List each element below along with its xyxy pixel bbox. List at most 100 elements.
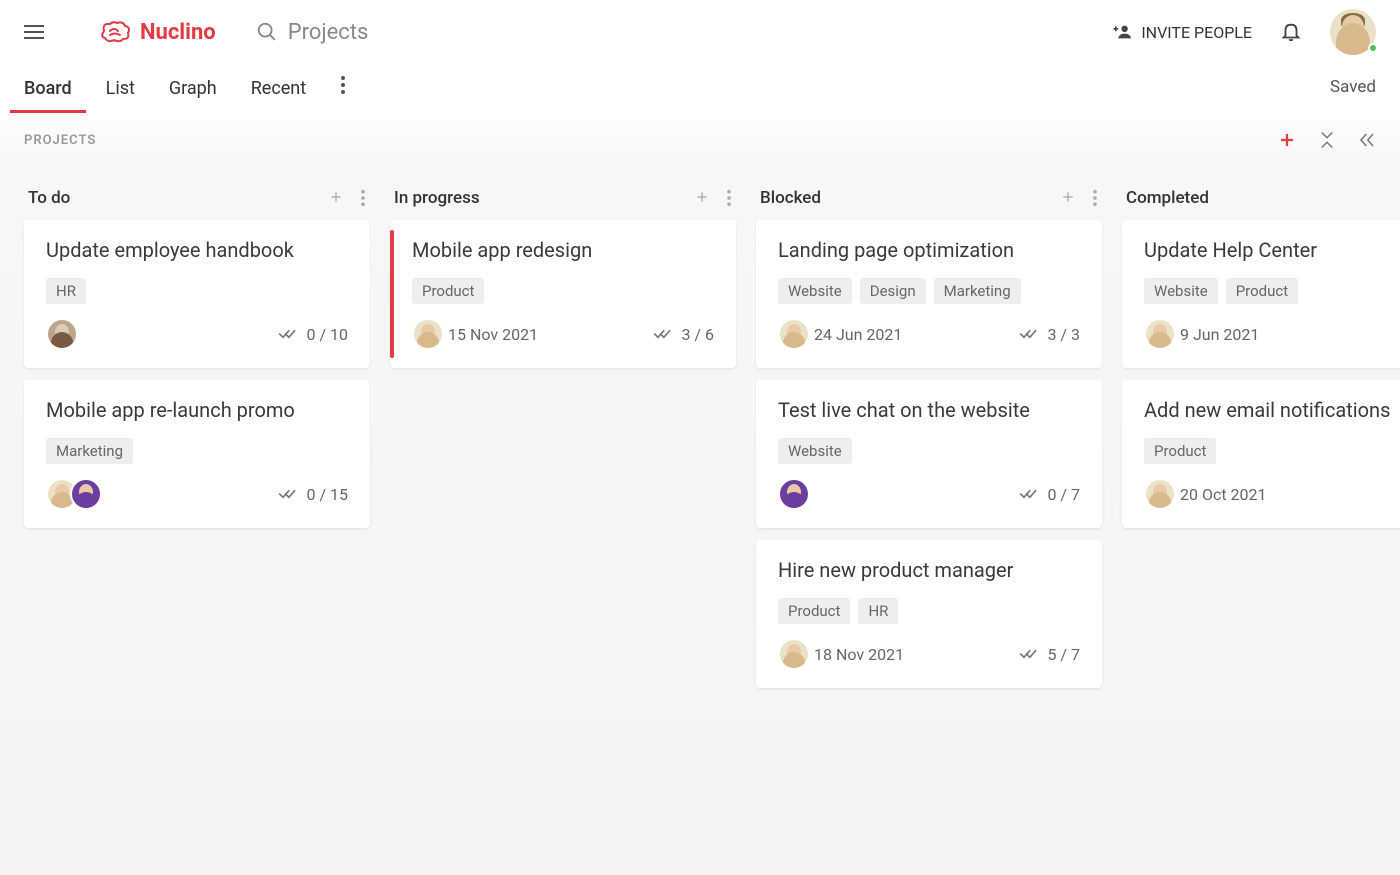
card-title: Add new email notifications xyxy=(1144,398,1400,422)
card[interactable]: Update employee handbookHR0 / 10 xyxy=(24,220,370,368)
tag: Website xyxy=(778,438,852,464)
tag: Marketing xyxy=(46,438,133,464)
column-header: In progress xyxy=(390,176,736,220)
tag-row: Website xyxy=(778,438,1080,464)
card[interactable]: Test live chat on the website Website 0 / … xyxy=(756,380,1102,528)
assignee-avatar xyxy=(70,478,102,510)
board-title: PROJECTS xyxy=(24,133,96,148)
due-date: 24 Jun 2021 xyxy=(814,325,902,344)
hide-panel-button[interactable] xyxy=(1358,131,1376,149)
collapse-icon xyxy=(1318,131,1336,149)
assignee-list xyxy=(1144,318,1168,350)
assignee-list xyxy=(46,478,94,510)
checklist-icon xyxy=(653,327,673,341)
more-vertical-icon xyxy=(1092,189,1098,207)
assignee-avatar xyxy=(778,478,810,510)
tag: Website xyxy=(778,278,852,304)
presence-indicator xyxy=(1368,43,1378,53)
card-footer: 9 Jun 2021 xyxy=(1144,318,1400,350)
plus-icon xyxy=(1278,131,1296,149)
checklist-icon xyxy=(278,487,298,501)
card[interactable]: Mobile app re-launch promoMarketing0 / 1… xyxy=(24,380,370,528)
card-title: Update Help Center xyxy=(1144,238,1400,262)
tab-more-button[interactable] xyxy=(340,75,346,109)
checklist-progress: 3 / 6 xyxy=(653,325,714,344)
invite-people-button[interactable]: INVITE PEOPLE xyxy=(1113,23,1252,42)
column-completed: CompletedUpdate Help CenterWebsiteProduc… xyxy=(1122,176,1400,859)
card-footer: 0 / 7 xyxy=(778,478,1080,510)
card[interactable]: Hire new product managerProductHR18 Nov … xyxy=(756,540,1102,688)
user-avatar[interactable] xyxy=(1330,9,1376,55)
assignee-list xyxy=(1144,478,1168,510)
tab-board[interactable]: Board xyxy=(24,72,72,113)
tag: Product xyxy=(778,598,850,624)
card-footer: 20 Oct 2021 xyxy=(1144,478,1400,510)
assignee-list xyxy=(778,478,802,510)
assignee-avatar xyxy=(778,638,810,670)
card[interactable]: Update Help Center WebsiteProduct 9 Jun 20… xyxy=(1122,220,1400,368)
column-header: To do xyxy=(24,176,370,220)
tag: Product xyxy=(1144,438,1216,464)
tag-row: Marketing xyxy=(46,438,348,464)
tag-row: Product xyxy=(1144,438,1400,464)
assignee-list xyxy=(778,638,802,670)
notifications-button[interactable] xyxy=(1280,21,1302,43)
column-header: Completed xyxy=(1122,176,1400,220)
card[interactable]: Mobile app redesignProduct15 Nov 20213 /… xyxy=(390,220,736,368)
card[interactable]: Landing page optimizationWebsiteDesignMa… xyxy=(756,220,1102,368)
tab-recent[interactable]: Recent xyxy=(251,72,306,113)
save-status: Saved xyxy=(1330,77,1376,107)
assignee-list xyxy=(412,318,436,350)
column-more-button[interactable] xyxy=(1092,189,1098,207)
tag-row: HR xyxy=(46,278,348,304)
column-add-button[interactable] xyxy=(328,189,344,207)
assignee-avatar xyxy=(412,318,444,350)
tag-row: WebsiteDesignMarketing xyxy=(778,278,1080,304)
column-in-progress: In progress Mobile app redesignProduct15 … xyxy=(390,176,736,859)
app-logo[interactable]: Nuclino xyxy=(98,19,216,45)
column-add-button[interactable] xyxy=(1060,189,1076,207)
assignee-avatar xyxy=(46,318,78,350)
due-date: 15 Nov 2021 xyxy=(448,325,538,344)
bell-icon xyxy=(1280,21,1302,43)
collapse-button[interactable] xyxy=(1318,131,1336,149)
tag: HR xyxy=(858,598,898,624)
card-title: Landing page optimization xyxy=(778,238,1080,262)
board-header: PROJECTS xyxy=(0,120,1400,160)
assignee-avatar xyxy=(778,318,810,350)
column-more-button[interactable] xyxy=(726,189,732,207)
more-vertical-icon xyxy=(360,189,366,207)
checklist-icon xyxy=(1019,487,1039,501)
tag-row: WebsiteProduct xyxy=(1144,278,1400,304)
column-title: In progress xyxy=(394,188,480,208)
search-icon xyxy=(256,21,278,43)
invite-label: INVITE PEOPLE xyxy=(1141,23,1252,42)
chevron-double-left-icon xyxy=(1358,131,1376,149)
search-area[interactable]: Projects xyxy=(256,20,369,45)
checklist-icon xyxy=(1019,327,1039,341)
menu-icon[interactable] xyxy=(24,20,48,44)
view-tabs-row: Board List Graph Recent Saved xyxy=(0,64,1400,120)
column-title: Completed xyxy=(1126,188,1209,208)
column-more-button[interactable] xyxy=(360,189,366,207)
tab-list[interactable]: List xyxy=(106,72,135,113)
card-title: Test live chat on the website xyxy=(778,398,1080,422)
card[interactable]: Add new email notifications Product 20 Oct… xyxy=(1122,380,1400,528)
tag-row: Product HR xyxy=(778,598,1080,624)
due-date: 20 Oct 2021 xyxy=(1180,485,1267,504)
assignee-avatar xyxy=(1144,478,1176,510)
add-item-button[interactable] xyxy=(1278,131,1296,149)
tag: Website xyxy=(1144,278,1218,304)
plus-icon xyxy=(1060,189,1076,205)
tab-graph[interactable]: Graph xyxy=(169,72,217,113)
checklist-progress: 3 / 3 xyxy=(1019,325,1080,344)
more-vertical-icon xyxy=(340,75,346,95)
column-blocked: BlockedLanding page optimizationWebsiteD… xyxy=(756,176,1102,859)
checklist-progress: 0 / 10 xyxy=(278,325,348,344)
card-title: Mobile app re-launch promo xyxy=(46,398,348,422)
column-add-button[interactable] xyxy=(694,189,710,207)
tag: HR xyxy=(46,278,86,304)
more-vertical-icon xyxy=(726,189,732,207)
plus-icon xyxy=(328,189,344,205)
tag: Design xyxy=(860,278,926,304)
